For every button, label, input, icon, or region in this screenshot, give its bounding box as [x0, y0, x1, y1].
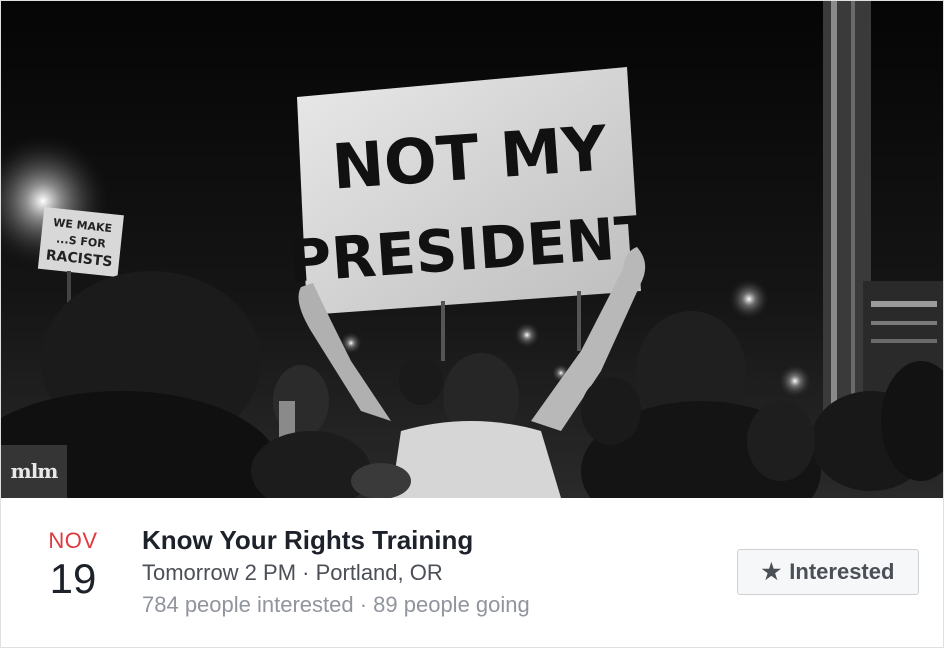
star-icon: ★ — [761, 559, 782, 584]
cover-photo-image: WE MAKE ...S FOR RACISTS NOT MY PRESIDEN… — [1, 1, 943, 498]
event-cover-photo[interactable]: WE MAKE ...S FOR RACISTS NOT MY PRESIDEN… — [1, 1, 943, 498]
event-card: WE MAKE ...S FOR RACISTS NOT MY PRESIDEN… — [0, 0, 944, 648]
interested-button[interactable]: ★ Interested — [737, 549, 919, 595]
event-attendance-stats: 784 people interested · 89 people going — [142, 592, 530, 617]
interested-button-label: Interested — [789, 559, 895, 584]
event-day: 19 — [49, 555, 97, 602]
event-time-location: Tomorrow 2 PM · Portland, OR — [142, 560, 443, 585]
event-info-bar: NOV 19 Know Your Rights Training Tomorro… — [1, 498, 943, 647]
photographer-watermark: mlm — [1, 445, 67, 498]
event-date: NOV 19 — [23, 528, 123, 602]
event-details: Know Your Rights Training Tomorrow 2 PM … — [142, 524, 702, 620]
event-title-link[interactable]: Know Your Rights Training — [142, 524, 702, 556]
event-month: NOV — [48, 528, 98, 553]
